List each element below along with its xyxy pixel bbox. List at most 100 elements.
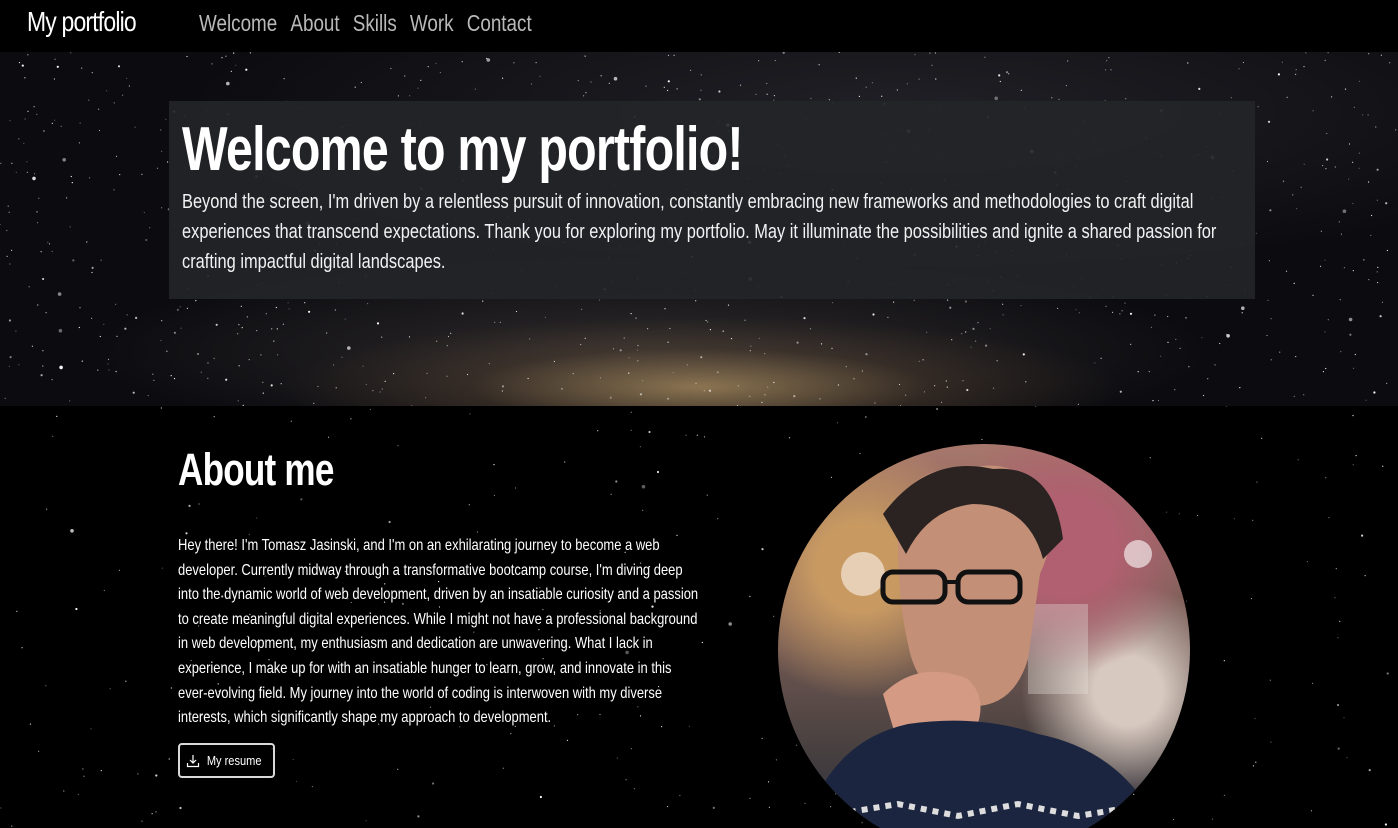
star [198, 503, 200, 505]
star [809, 328, 812, 330]
star [1266, 334, 1268, 337]
brand-logo[interactable]: My portfolio [27, 6, 137, 38]
star [1326, 132, 1328, 135]
star [27, 54, 29, 56]
star [170, 375, 172, 377]
nav-link-welcome[interactable]: Welcome [199, 10, 277, 37]
star [170, 687, 172, 689]
star [947, 299, 949, 301]
star [1112, 311, 1114, 313]
star [72, 259, 75, 262]
star [161, 207, 163, 209]
star [1334, 166, 1336, 168]
star [1310, 810, 1313, 812]
star [1242, 61, 1245, 64]
star [36, 113, 38, 115]
star [1324, 331, 1326, 333]
star [1300, 186, 1302, 188]
star [630, 748, 633, 750]
star [381, 388, 383, 390]
star [906, 83, 909, 85]
star [1219, 342, 1221, 345]
star [280, 383, 282, 385]
star [970, 346, 972, 348]
star [397, 768, 399, 770]
star [1057, 307, 1059, 309]
star [1386, 672, 1389, 675]
star [168, 758, 170, 760]
star [1002, 314, 1004, 316]
star [34, 173, 36, 175]
star [240, 305, 242, 307]
star [1211, 818, 1214, 820]
star [905, 394, 907, 396]
nav-link-work[interactable]: Work [410, 10, 454, 37]
star [764, 394, 766, 396]
star [287, 302, 289, 304]
star [998, 74, 1001, 77]
star [635, 317, 637, 319]
star [1270, 318, 1272, 320]
star [86, 241, 88, 243]
star [996, 360, 998, 362]
star [936, 407, 939, 411]
navbar: My portfolio Welcome About Skills Work C… [0, 0, 1398, 52]
star [630, 429, 632, 431]
star [1295, 69, 1297, 71]
star [161, 320, 163, 322]
star [1342, 209, 1347, 213]
star [931, 64, 933, 66]
star [161, 567, 163, 569]
star [317, 385, 319, 388]
star [78, 142, 80, 144]
star [262, 381, 264, 383]
star [69, 226, 71, 228]
star [151, 813, 153, 815]
about-text: Hey there! I'm Tomasz Jasinski, and I'm … [178, 537, 699, 727]
star [881, 95, 883, 97]
star [667, 54, 670, 56]
star [637, 344, 639, 347]
star [0, 807, 2, 809]
star [599, 377, 602, 379]
star [819, 398, 821, 400]
star [32, 176, 36, 181]
star [707, 321, 709, 323]
nav-link-contact[interactable]: Contact [467, 10, 532, 37]
star [91, 72, 93, 74]
nav-link-about[interactable]: About [290, 10, 339, 37]
star [1002, 303, 1004, 305]
star [686, 364, 688, 366]
star [676, 88, 678, 90]
star [450, 332, 452, 334]
star [949, 306, 952, 309]
star [160, 339, 162, 342]
star [47, 241, 49, 243]
star [1312, 294, 1314, 296]
star [265, 313, 267, 315]
star [577, 80, 579, 82]
star [1250, 598, 1253, 600]
nav-link-skills[interactable]: Skills [353, 10, 397, 37]
star [647, 328, 649, 330]
star [836, 422, 839, 424]
star [773, 615, 775, 617]
resume-button[interactable]: My resume [178, 743, 275, 778]
star [63, 790, 65, 792]
star [225, 55, 227, 57]
star [36, 222, 39, 224]
star [1130, 343, 1132, 345]
star [103, 323, 105, 325]
star [153, 379, 155, 381]
star [1223, 660, 1225, 662]
star [513, 62, 515, 64]
star [384, 380, 386, 382]
star [56, 65, 59, 68]
star [992, 387, 995, 389]
star [1167, 315, 1169, 318]
star [1386, 249, 1388, 252]
star [390, 67, 392, 70]
star [1368, 279, 1370, 281]
star [78, 326, 80, 329]
star [160, 407, 162, 409]
